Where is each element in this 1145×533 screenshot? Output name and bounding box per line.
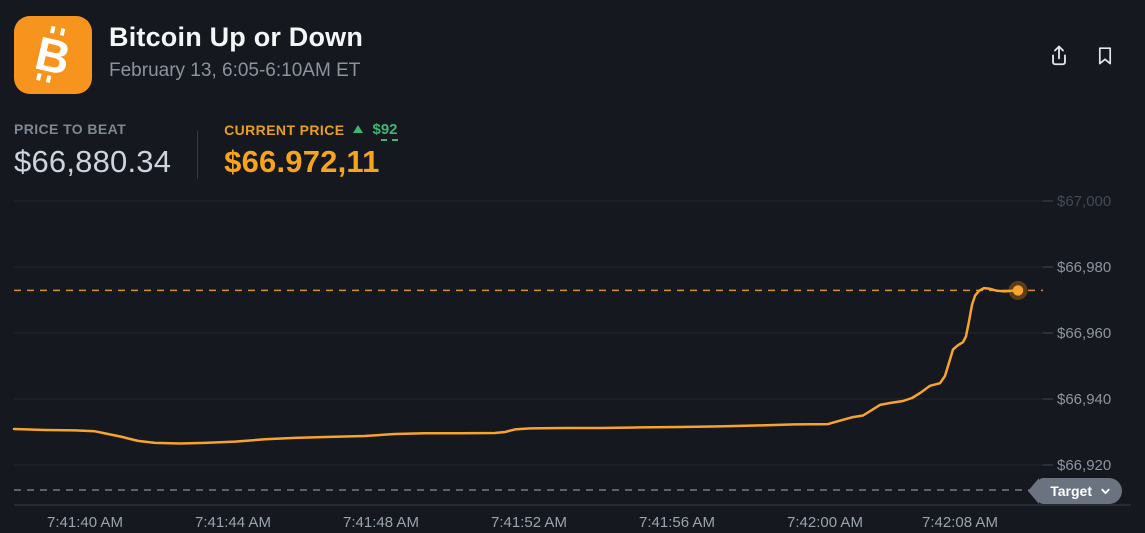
market-timeframe: February 13, 6:05-6:10AM ET	[109, 60, 361, 81]
header-actions	[1045, 42, 1119, 70]
y-tick-label: $66,940	[1057, 391, 1111, 408]
price-change[interactable]: $92	[372, 121, 398, 141]
target-badge[interactable]: Target	[1038, 478, 1122, 504]
target-badge-label: Target	[1050, 483, 1092, 499]
bitcoin-logo: B	[14, 16, 92, 94]
price-to-beat-block: PRICE TO BEAT $66,880.34	[14, 121, 171, 180]
y-tick-label: $66,960	[1057, 325, 1111, 342]
share-button[interactable]	[1045, 42, 1073, 70]
x-tick-label: 7:42:00 AM	[787, 514, 863, 531]
x-tick-label: 7:41:52 AM	[491, 514, 567, 531]
current-price-block: CURRENT PRICE $92 $66.972,11	[224, 121, 398, 180]
chart-area: $67,000 $66,980 $66,960 $66,940 $66,920 7:41:…	[0, 185, 1145, 533]
bookmark-icon	[1098, 47, 1112, 65]
bitcoin-icon: B	[30, 25, 76, 85]
price-chart: $67,000 $66,980 $66,960 $66,940 $66,920 7:41:…	[12, 193, 1131, 531]
market-header: B Bitcoin Up or Down February 13, 6:05-6…	[14, 16, 363, 94]
up-triangle-icon	[353, 125, 364, 133]
y-tick-label: $66,920	[1057, 457, 1111, 474]
end-dot	[1012, 285, 1024, 296]
x-tick-label: 7:41:44 AM	[195, 514, 271, 531]
current-price-value: $66.972,11	[224, 144, 380, 179]
title-block: Bitcoin Up or Down February 13, 6:05-6:1…	[109, 16, 363, 94]
x-tick-label: 7:41:48 AM	[343, 514, 419, 531]
y-tick-label: $67,000	[1057, 193, 1111, 210]
price-line	[12, 286, 1020, 445]
price-summary: PRICE TO BEAT $66,880.34 CURRENT PRICE $…	[14, 121, 398, 180]
price-to-beat-value: $66,880.34	[14, 144, 172, 179]
price-to-beat-label: PRICE TO BEAT	[14, 121, 127, 137]
bookmark-button[interactable]	[1091, 42, 1119, 70]
chevron-down-icon	[1101, 488, 1110, 494]
x-tick-label: 7:42:08 AM	[922, 514, 998, 531]
x-tick-label: 7:41:40 AM	[47, 514, 123, 531]
current-price-label: CURRENT PRICE	[224, 121, 345, 138]
y-tick-label: $66,980	[1057, 259, 1111, 276]
x-tick-label: 7:41:56 AM	[639, 514, 715, 531]
page: B Bitcoin Up or Down February 13, 6:05-6…	[0, 0, 1145, 533]
vertical-divider	[197, 131, 199, 179]
page-title: Bitcoin Up or Down	[109, 22, 364, 52]
share-icon	[1052, 45, 1066, 66]
